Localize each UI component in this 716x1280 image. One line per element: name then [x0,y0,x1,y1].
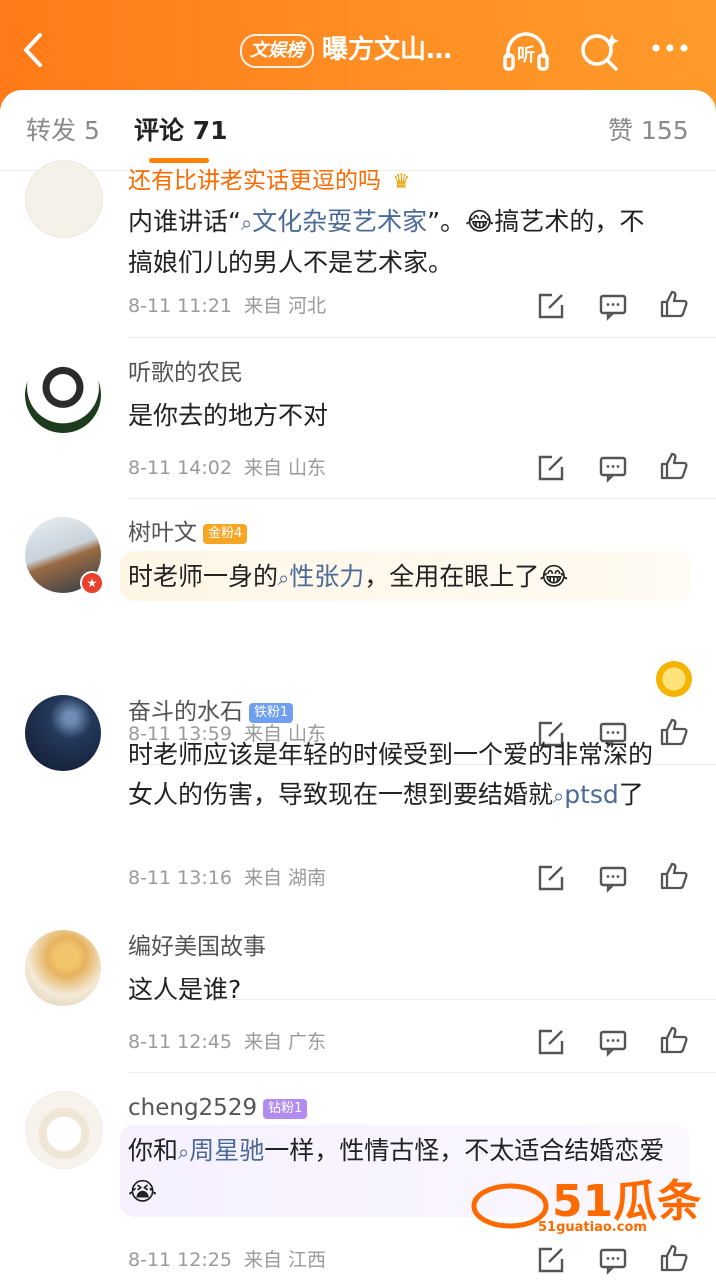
tab-likes[interactable]: 赞 155 [608,114,689,148]
comment-item: 编好美国故事 这人是谁? 8-11 12:45 来自 广东 [0,912,716,1073]
topic-link[interactable]: ⌕文化杂耍艺术家 [241,207,427,236]
listen-label: 听 [517,44,535,66]
watermark-url: 51guatiao.com [538,1220,647,1235]
share-icon [538,1029,564,1055]
reply-button[interactable] [598,1027,628,1057]
comment-meta: 8-11 14:02 来自 山东 [128,457,327,479]
share-button[interactable] [536,291,566,321]
tab-repost[interactable]: 转发 5 [26,114,100,148]
comment-author[interactable]: 听歌的农民 [128,358,243,388]
fan-badge: 金粉4 [203,523,248,544]
comment-icon [599,456,627,483]
ranking-badge[interactable]: 文娱榜 [240,34,314,68]
share-button[interactable] [536,1027,566,1057]
comment-text: 是你去的地方不对 [128,401,329,430]
active-tab-indicator [149,158,209,163]
comment-icon [599,1248,627,1275]
reply-button[interactable] [598,1245,628,1275]
share-button[interactable] [536,453,566,483]
topic-link[interactable]: ⌕性张力 [278,562,364,591]
avatar[interactable] [25,695,101,771]
avatar[interactable] [25,160,103,238]
fan-badge: 钻粉1 [263,1098,308,1119]
avatar[interactable] [25,357,101,433]
comment-meta: 8-11 12:25 来自 江西 [128,1249,327,1271]
more-icon [652,44,688,52]
comment-author-name: cheng2529 [128,1095,258,1121]
share-icon [538,455,564,481]
like-button[interactable] [659,861,689,891]
search-icon: ⌕ [240,211,253,235]
comment-author[interactable]: 还有比讲老实话更逗的吗 ♛ [128,166,410,196]
comment-meta: 8-11 13:16 来自 湖南 [128,867,327,889]
thumbs-up-icon [660,1026,688,1054]
search-icon: ⌕ [553,784,565,808]
search-icon: ⌕ [178,1140,190,1164]
share-button[interactable] [536,863,566,893]
comment-item: 听歌的农民 是你去的地方不对 8-11 14:02 来自 山东 [0,338,716,499]
like-button[interactable] [659,289,689,319]
comment-text: 时老师一身的⌕性张力，全用在眼上了😂 [128,562,569,591]
share-icon [538,293,564,319]
comment-text: 时老师应该是年轻的时候受到一个爱的非常深的女人的伤害，导致现在一想到要结婚就⌕p… [128,740,654,809]
reply-button[interactable] [598,863,628,893]
reply-button[interactable] [598,453,628,483]
comment-author[interactable]: 树叶文 金粉4 [128,518,248,548]
comment-meta: 8-11 11:21 来自 河北 [128,295,327,317]
comment-text: 内谁讲话“⌕文化杂耍艺术家”。😂搞艺术的，不搞娘们儿的男人不是艺术家。 [128,207,645,277]
comment-panel: 转发 5 评论 71 赞 155 还有比讲老实话更逗的吗 ♛ 内谁讲话“⌕文化杂… [0,90,716,1280]
thumbs-up-icon [660,862,688,890]
search-button[interactable] [574,26,626,78]
share-button[interactable] [536,1245,566,1275]
avatar[interactable] [25,930,101,1006]
comment-author-name: 还有比讲老实话更逗的吗 [128,168,381,194]
fan-badge: 铁粉1 [249,702,294,723]
tab-comments[interactable]: 评论 71 [134,114,228,148]
topic-link[interactable]: ⌕周星驰 [178,1136,264,1165]
thumbs-up-icon [660,452,688,480]
comment-author-name: 树叶文 [128,520,197,546]
search-icon: ⌕ [278,566,290,590]
comment-item: ★ 树叶文 金粉4 时老师一身的⌕性张力，全用在眼上了😂 8-11 13:59 来… [0,499,716,765]
topic-link[interactable]: ⌕ptsd [553,780,619,809]
comment-author[interactable]: cheng2529 钻粉1 [128,1093,308,1123]
avatar[interactable] [25,1091,103,1169]
comment-item: 奋斗的水石 铁粉1 时老师应该是年轻的时候受到一个爱的非常深的女人的伤害，导致现在… [0,677,716,1000]
reply-button[interactable] [598,291,628,321]
back-button[interactable] [18,30,48,70]
listen-button[interactable]: 听 [500,26,552,78]
share-icon [538,1247,564,1273]
comment-item: 还有比讲老实话更逗的吗 ♛ 内谁讲话“⌕文化杂耍艺术家”。😂搞艺术的，不搞娘们儿… [0,160,716,338]
comment-author-name: 奋斗的水石 [128,699,243,725]
crown-icon: ♛ [392,169,411,193]
comment-icon [599,866,627,893]
page-title: 曝方文山… [322,35,453,65]
chevron-left-icon [24,33,42,67]
tab-bar: 转发 5 评论 71 赞 155 [0,90,716,171]
like-button[interactable] [659,1025,689,1055]
comment-author[interactable]: 奋斗的水石 铁粉1 [128,697,294,727]
share-icon [538,865,564,891]
like-button[interactable] [659,1243,689,1273]
comment-icon [599,1030,627,1057]
like-button[interactable] [659,451,689,481]
thumbs-up-icon [660,1244,688,1272]
thumbs-up-icon [660,290,688,318]
comment-icon [599,294,627,321]
more-button[interactable] [644,26,696,78]
comment-author[interactable]: 编好美国故事 [128,932,266,962]
comment-text: 这人是谁? [128,975,242,1004]
headphone-icon: 听 [503,32,549,71]
comment-meta: 8-11 12:45 来自 广东 [128,1031,327,1053]
verified-badge-icon: ★ [80,571,104,595]
search-icon [581,34,619,71]
